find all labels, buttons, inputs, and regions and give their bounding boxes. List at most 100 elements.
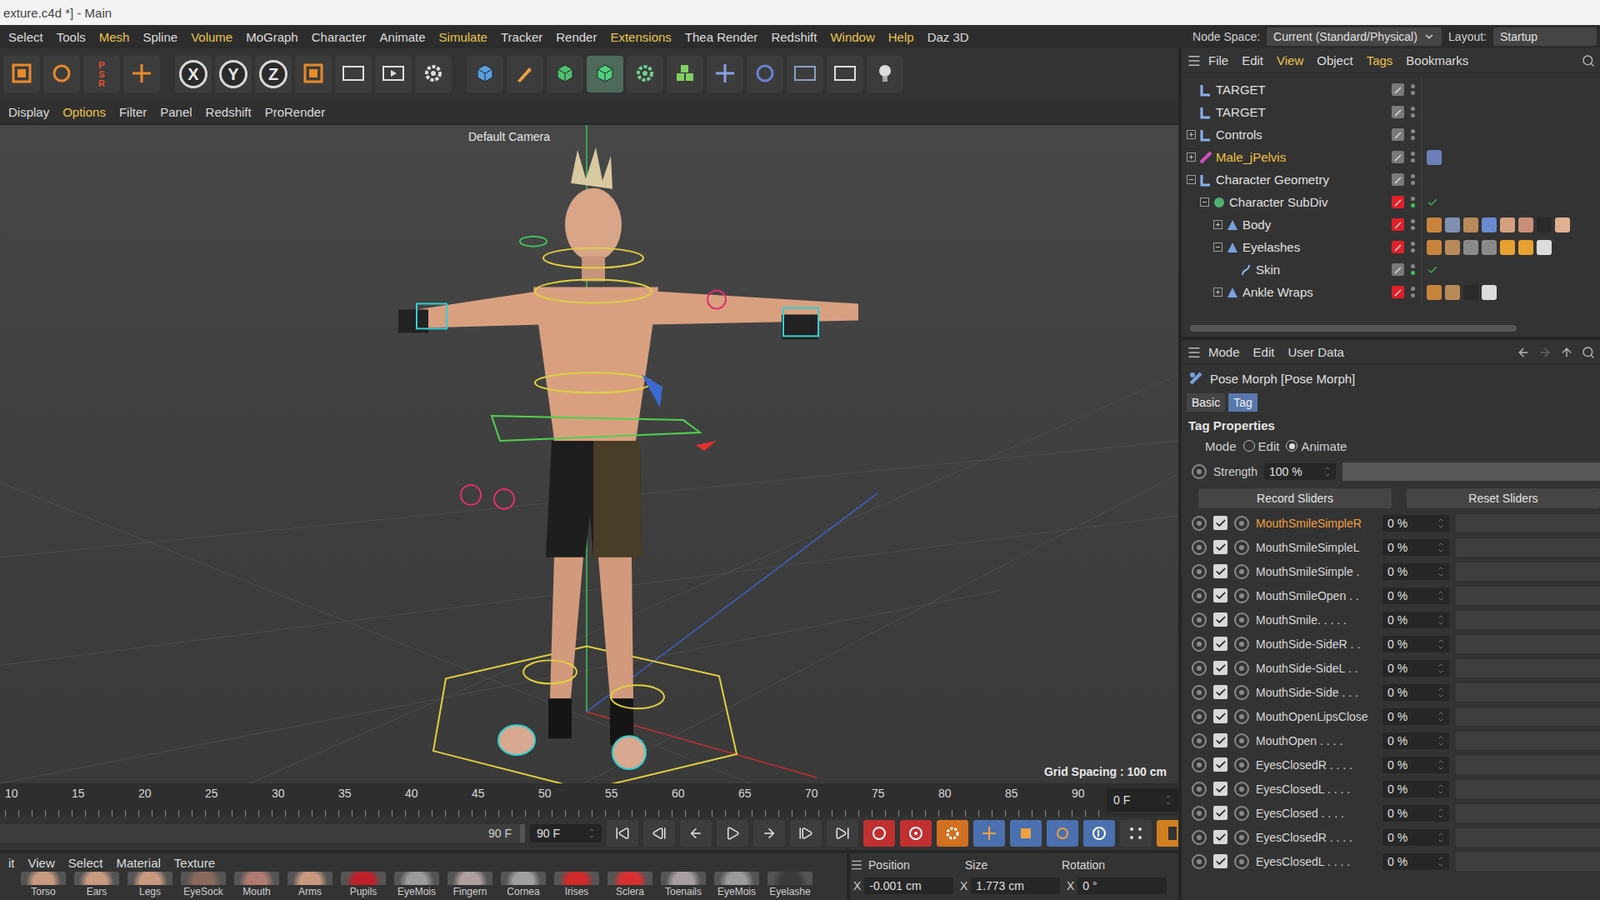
morph-slider[interactable] [1455,804,1600,823]
material-swatch[interactable]: Torso [18,871,69,899]
morph-slider[interactable] [1455,852,1600,871]
morph-checkbox[interactable] [1213,540,1228,555]
spinner-icon[interactable] [1437,661,1445,675]
tool-button[interactable] [586,55,624,93]
morph-value-field[interactable]: 0 % [1382,708,1450,725]
attribute-tab[interactable]: Basic [1186,393,1225,412]
morph-checkbox[interactable] [1213,515,1228,530]
morph-checkbox[interactable] [1213,757,1228,772]
material-swatch[interactable]: Ears [71,871,122,899]
morph-value-field[interactable]: 0 % [1382,853,1450,870]
strength-slider[interactable] [1342,462,1600,481]
morph-checkbox[interactable] [1213,709,1228,724]
morph-slider[interactable] [1455,828,1600,847]
visibility-dots[interactable] [1404,106,1421,118]
material-menu-item[interactable]: Material [109,855,167,870]
object-row[interactable]: TARGET [1181,100,1600,124]
radio-button[interactable] [1285,440,1298,452]
node-space-dropdown[interactable]: Current (Standard/Physical) [1266,27,1442,46]
material-menu-item[interactable]: Texture [167,855,222,870]
expand-toggle[interactable] [1186,175,1196,185]
object-row[interactable]: Male_jPelvis [1181,145,1600,169]
layer-color[interactable] [1391,218,1405,231]
animate-icon[interactable] [1191,805,1207,821]
material-swatch[interactable]: Irises [551,871,602,899]
spinner-icon[interactable] [1437,565,1445,579]
spinner-icon[interactable] [1437,589,1445,603]
forward-arrow-icon[interactable] [1538,345,1552,360]
prev-key-button[interactable] [643,820,675,847]
morph-value-field[interactable]: 0 % [1382,805,1450,822]
morph-checkbox[interactable] [1213,564,1228,579]
enabled-check-icon[interactable] [1426,264,1439,276]
viewport-menu-item[interactable]: Options [55,105,113,120]
morph-checkbox[interactable] [1213,660,1228,675]
morph-value-field[interactable]: 0 % [1382,563,1450,580]
attribute-menu-item[interactable]: Mode [1201,345,1247,360]
menu-item[interactable]: Redshift [764,30,824,45]
key-rotation-button[interactable] [1046,820,1079,847]
timeline-ruler[interactable]: 1015202530354045505560657075808590 [0,783,1107,817]
object-menu-item[interactable]: Edit [1235,53,1270,68]
tool-button[interactable] [3,55,40,93]
material-swatch[interactable]: Fingern [445,871,495,899]
morph-slider[interactable] [1455,683,1600,702]
key-parameter-button[interactable] [1083,820,1115,847]
morph-checkbox[interactable] [1213,830,1228,845]
key-scale-button[interactable] [1010,820,1042,847]
tool-button[interactable] [706,55,744,93]
layer-color[interactable] [1391,128,1405,141]
material-swatch[interactable]: Arms [285,871,335,899]
tool-button[interactable] [866,55,904,93]
tool-button[interactable] [123,55,160,93]
keyframe-icon[interactable] [1234,540,1250,555]
animate-icon[interactable] [1191,733,1207,749]
tag-icon[interactable] [1463,285,1479,300]
morph-checkbox[interactable] [1213,805,1228,820]
menu-item[interactable]: Extensions [603,30,678,45]
visibility-dots[interactable] [1404,196,1421,208]
morph-value-field[interactable]: 0 % [1382,635,1450,653]
tool-button[interactable] [295,55,332,93]
up-arrow-icon[interactable] [1560,345,1574,360]
tool-button[interactable] [786,55,824,93]
tag-icon[interactable] [1500,217,1515,233]
morph-slider[interactable] [1455,731,1600,750]
coordinate-field[interactable]: X0 ° [1066,877,1167,895]
keyframe-icon[interactable] [1234,515,1250,531]
material-swatch[interactable]: Cornea [498,871,549,899]
expand-toggle[interactable] [1200,197,1210,207]
tag-icon[interactable] [1445,240,1460,255]
menu-item[interactable]: Animate [373,30,433,45]
tag-icon[interactable] [1445,217,1460,233]
object-row[interactable]: Skin [1181,258,1600,281]
object-menu-item[interactable]: Object [1310,53,1360,68]
range-slider[interactable]: 90 F [0,824,525,843]
visibility-dots[interactable] [1404,241,1421,253]
morph-value-field[interactable]: 0 % [1382,515,1450,532]
keyframe-icon[interactable] [1234,781,1250,797]
morph-value-field[interactable]: 0 % [1382,732,1450,750]
animate-icon[interactable] [1191,636,1207,652]
viewport-menu-item[interactable]: Panel [153,105,199,120]
next-key-button[interactable] [790,820,822,847]
keyframe-icon[interactable] [1234,660,1250,676]
tag-icon[interactable] [1481,285,1497,300]
key-position-button[interactable] [973,820,1005,847]
timeline[interactable]: 10152025303540455055606570758085900 F [0,783,1179,817]
animate-icon[interactable] [1191,854,1207,870]
morph-value-field[interactable]: 0 % [1382,587,1450,605]
animate-icon[interactable] [1191,564,1207,580]
tag-icon[interactable] [1518,240,1534,255]
go-start-button[interactable] [606,820,639,847]
material-swatch[interactable]: Toenails [658,871,709,899]
keyframe-icon[interactable] [1234,588,1250,604]
animate-icon[interactable] [1191,685,1207,700]
morph-slider[interactable] [1455,780,1600,799]
morph-value-field[interactable]: 0 % [1382,539,1450,556]
viewport-menu-item[interactable]: ProRender [258,105,333,120]
keyframe-icon[interactable] [1234,685,1250,700]
spinner-icon[interactable] [1437,516,1445,530]
material-swatch[interactable]: EyeMois [391,871,442,899]
animate-icon[interactable] [1191,612,1207,628]
